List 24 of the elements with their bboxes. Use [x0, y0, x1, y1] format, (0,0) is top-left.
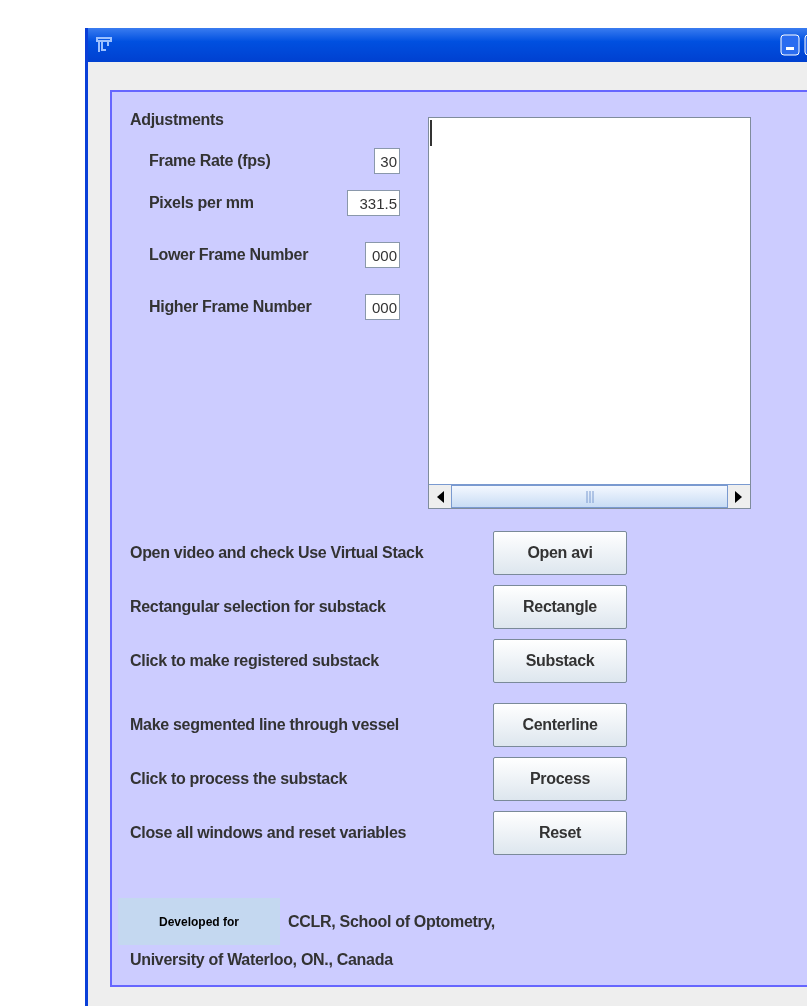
action-button[interactable]: Reset: [493, 811, 627, 855]
field-label: Frame Rate (fps): [149, 151, 271, 171]
action-description: Make segmented line through vessel: [130, 715, 400, 735]
input-field[interactable]: 30: [374, 148, 400, 174]
action-button[interactable]: Open avi: [493, 531, 627, 575]
section-heading: Adjustments: [130, 110, 225, 130]
field-label: Pixels per mm: [149, 193, 254, 213]
action-button[interactable]: Rectangle: [493, 585, 627, 629]
action-description: Rectangular selection for substack: [130, 597, 387, 617]
credit-text: University of Waterloo, ON., Canada: [130, 950, 395, 970]
input-field[interactable]: 000: [365, 294, 400, 320]
action-button[interactable]: Substack: [493, 639, 627, 683]
action-description: Close all windows and reset variables: [130, 823, 408, 843]
credit-text: CCLR, School of Optometry,: [288, 911, 495, 932]
input-field[interactable]: 331.5: [347, 190, 400, 216]
field-label: Lower Frame Number: [149, 245, 309, 265]
input-field[interactable]: 000: [365, 242, 400, 268]
info-label: Developed for: [118, 898, 280, 945]
action-description: Open video and check Use Virtual Stack: [130, 543, 425, 563]
action-description: Click to process the substack: [130, 769, 349, 789]
field-label: Higher Frame Number: [149, 297, 312, 317]
action-button[interactable]: Centerline: [493, 703, 627, 747]
action-description: Click to make registered substack: [130, 651, 380, 671]
action-button[interactable]: Process: [493, 757, 627, 801]
